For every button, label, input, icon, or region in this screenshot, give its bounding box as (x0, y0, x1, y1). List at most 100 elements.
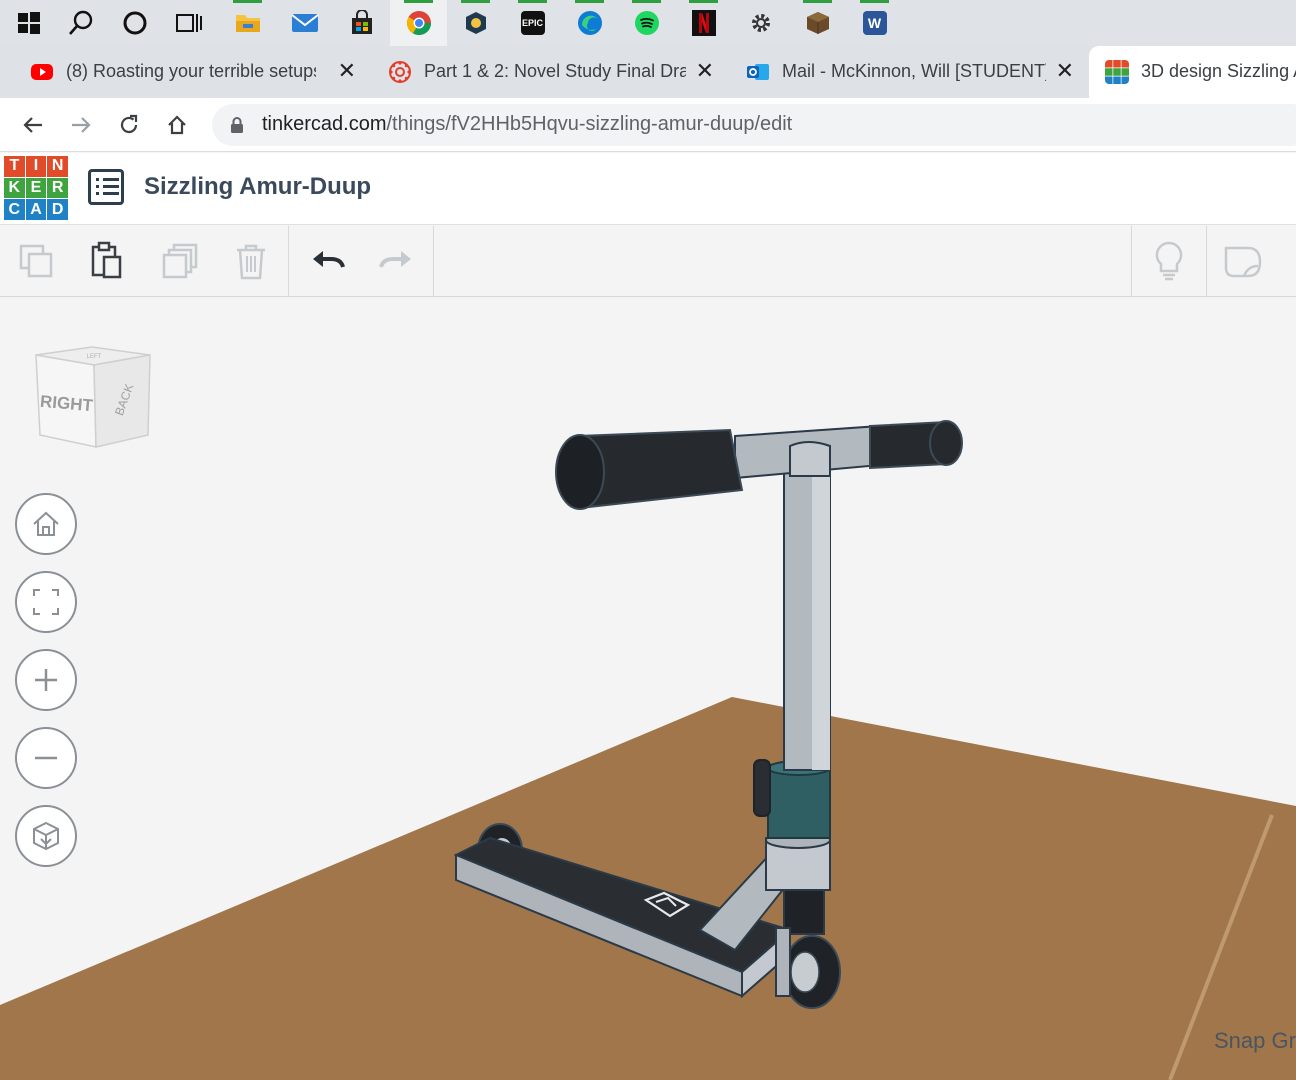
tinkercad-header: T I N K E R C A D Sizzling Amur-Duup (0, 153, 1296, 225)
copy-button[interactable] (13, 238, 59, 284)
home-icon (33, 511, 59, 536)
tab-title: (8) Roasting your terrible setups - (66, 61, 316, 81)
left-grip-end (555, 434, 605, 510)
undo-icon (313, 251, 345, 268)
logo-letter: E (25, 177, 47, 199)
copy-icon (19, 244, 53, 278)
url-domain: tinkercad.com (262, 113, 387, 135)
tinkercad-logo[interactable]: T I N K E R C A D (4, 156, 68, 220)
plus-icon (35, 669, 57, 691)
file-explorer-icon[interactable] (219, 0, 276, 46)
app-icon[interactable] (447, 0, 504, 46)
logo-letter: R (47, 177, 68, 199)
tab-close-button[interactable]: ✕ (696, 58, 714, 84)
logo-letter: I (25, 156, 47, 177)
tab-title: 3D design Sizzling Amur-Duup (1141, 61, 1296, 81)
home-view-button[interactable] (15, 493, 77, 555)
design-list-button[interactable] (88, 169, 124, 205)
tinkercad-icon (1105, 60, 1129, 84)
trash-icon (237, 244, 265, 280)
canvas-icon (389, 61, 411, 83)
minecraft-icon[interactable] (789, 0, 846, 46)
home-icon (168, 115, 186, 135)
note-icon (1224, 246, 1262, 278)
perspective-toggle-button[interactable] (15, 805, 77, 867)
delete-button[interactable] (228, 238, 274, 284)
cortana-icon[interactable] (106, 0, 163, 46)
right-grip-end (929, 420, 963, 466)
light-bulb-button[interactable] (1146, 238, 1192, 284)
tab-outlook-mail[interactable]: Mail - McKinnon, Will [STUDENT] ✕ (716, 46, 1090, 98)
logo-letter: T (4, 156, 25, 177)
undo-button[interactable] (304, 238, 350, 284)
lock-icon (231, 117, 243, 133)
view-cube[interactable]: RIGHT BACK LEFT (30, 343, 154, 463)
tab-close-button[interactable]: ✕ (1056, 58, 1074, 84)
snap-grid-label[interactable]: Snap Grid (1214, 1028, 1296, 1054)
compression-clamp[interactable] (767, 765, 831, 839)
minus-icon (35, 756, 57, 760)
forward-button[interactable] (64, 108, 98, 142)
3d-workplane[interactable]: RIGHT BACK LEFT (0, 297, 1296, 1080)
tab-youtube[interactable]: (8) Roasting your terrible setups - ✕ (0, 46, 372, 98)
store-icon[interactable] (333, 0, 390, 46)
duplicate-button[interactable] (157, 238, 203, 284)
tab-canvas[interactable]: Part 1 & 2: Novel Study Final Draft ✕ (358, 46, 730, 98)
task-view-icon[interactable] (160, 0, 217, 46)
view-cube-top-label: LEFT (87, 354, 102, 360)
edge-icon[interactable] (561, 0, 618, 46)
toolbar-separator (433, 226, 434, 297)
tab-tinkercad[interactable]: 3D design Sizzling Amur-Duup (1089, 46, 1296, 98)
reload-button[interactable] (112, 108, 146, 142)
settings-icon[interactable] (732, 0, 789, 46)
spotify-icon[interactable] (618, 0, 675, 46)
url-text: tinkercad.com/things/fV2HHb5Hqvu-sizzlin… (262, 113, 792, 136)
reload-icon (120, 114, 138, 134)
notes-button[interactable] (1220, 238, 1266, 284)
back-button[interactable] (16, 108, 50, 142)
mail-icon[interactable] (276, 0, 333, 46)
bar-joint (789, 441, 831, 477)
stem-highlight (812, 470, 830, 770)
search-icon[interactable] (52, 0, 109, 46)
fit-view-button[interactable] (15, 571, 77, 633)
url-input[interactable]: tinkercad.com/things/fV2HHb5Hqvu-sizzlin… (212, 104, 1296, 146)
scene-3d[interactable] (0, 297, 1296, 1080)
toolbar-separator (1131, 226, 1132, 297)
front-wheel-hub (790, 951, 820, 993)
windows-taskbar: EPIC W (0, 0, 1296, 46)
design-title[interactable]: Sizzling Amur-Duup (144, 173, 371, 201)
logo-letter: A (25, 199, 47, 220)
browser-tab-strip: (8) Roasting your terrible setups - ✕ Pa… (0, 46, 1296, 134)
duplicate-icon (162, 243, 198, 279)
arrow-left-icon (23, 117, 42, 133)
redo-icon (379, 251, 411, 268)
clamp-bolts (753, 759, 771, 817)
tab-title: Part 1 & 2: Novel Study Final Draft (424, 61, 686, 81)
light-bulb-icon (1155, 241, 1183, 281)
tab-title: Mail - McKinnon, Will [STUDENT] (782, 61, 1046, 81)
windows-start-icon[interactable] (0, 0, 57, 46)
toolbar-separator (288, 226, 289, 297)
chrome-icon[interactable] (390, 0, 447, 46)
url-path: /things/fV2HHb5Hqvu-sizzling-amur-duup/e… (386, 113, 793, 135)
arrow-right-icon (72, 117, 91, 133)
epic-games-icon[interactable]: EPIC (504, 0, 561, 46)
clipboard-icon (91, 241, 122, 279)
redo-button[interactable] (374, 238, 420, 284)
outlook-icon (747, 64, 769, 80)
word-icon[interactable]: W (846, 0, 903, 46)
netflix-icon[interactable] (675, 0, 732, 46)
fit-view-icon (33, 589, 59, 615)
tab-close-button[interactable]: ✕ (338, 58, 356, 84)
fork-leg (775, 927, 791, 997)
address-bar: tinkercad.com/things/fV2HHb5Hqvu-sizzlin… (0, 98, 1296, 152)
logo-letter: N (47, 156, 68, 177)
toolbar-separator (1206, 226, 1207, 297)
zoom-in-button[interactable] (15, 649, 77, 711)
home-button[interactable] (160, 108, 194, 142)
paste-button[interactable] (83, 238, 129, 284)
logo-letter: K (4, 177, 25, 199)
cube-perspective-icon (33, 821, 59, 851)
zoom-out-button[interactable] (15, 727, 77, 789)
